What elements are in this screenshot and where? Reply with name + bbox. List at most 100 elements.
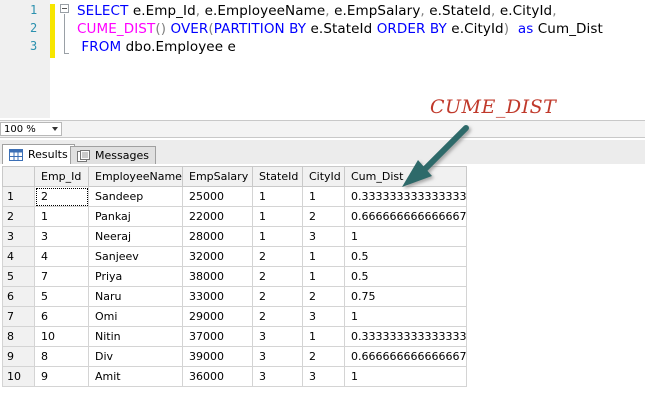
code-token: Cum_Dist: [533, 21, 603, 37]
code-line-1[interactable]: SELECT e.Emp_Id, e.EmployeeName, e.EmpSa…: [77, 3, 557, 19]
corner-cell[interactable]: [2, 166, 35, 187]
table-cell[interactable]: 3: [252, 366, 303, 387]
table-row[interactable]: 9 8 Div 39000 3 2 0.666666666666667: [2, 346, 468, 367]
table-cell[interactable]: 25000: [182, 186, 253, 207]
table-cell[interactable]: 0.666666666666667: [343, 346, 468, 367]
table-cell[interactable]: 0.666666666666667: [343, 206, 468, 227]
table-cell[interactable]: 29000: [182, 306, 253, 327]
table-cell[interactable]: 4: [34, 246, 89, 267]
zoom-bar: 100 %: [0, 120, 645, 138]
table-cell[interactable]: 2: [252, 266, 303, 287]
row-number[interactable]: 5: [2, 266, 35, 287]
table-cell[interactable]: 1: [252, 206, 303, 227]
table-cell[interactable]: 1: [343, 226, 468, 247]
table-cell[interactable]: Omi: [88, 306, 183, 327]
table-cell[interactable]: 2: [252, 286, 303, 307]
table-cell[interactable]: 33000: [182, 286, 253, 307]
table-cell[interactable]: 3: [302, 306, 345, 327]
header-row: Emp_Id EmployeeName EmpSalary StateId Ci…: [2, 166, 468, 187]
query-editor[interactable]: 1 2 3 SELECT e.Emp_Id, e.EmployeeName, e…: [0, 0, 645, 118]
table-cell[interactable]: 2: [302, 346, 345, 367]
table-row[interactable]: 10 9 Amit 36000 3 3 1: [2, 366, 468, 387]
table-cell[interactable]: 0.75: [343, 286, 468, 307]
table-cell[interactable]: 0.333333333333333: [343, 326, 468, 347]
table-cell[interactable]: 0.5: [343, 246, 468, 267]
row-number[interactable]: 9: [2, 346, 35, 367]
row-number[interactable]: 10: [2, 366, 35, 387]
table-cell[interactable]: 3: [252, 326, 303, 347]
code-line-3[interactable]: FROM dbo.Employee e: [77, 39, 236, 55]
table-cell[interactable]: Pankaj: [88, 206, 183, 227]
table-row[interactable]: 4 4 Sanjeev 32000 2 1 0.5: [2, 246, 468, 267]
table-row[interactable]: 3 3 Neeraj 28000 1 3 1: [2, 226, 468, 247]
table-cell[interactable]: Div: [88, 346, 183, 367]
table-cell[interactable]: Amit: [88, 366, 183, 387]
table-row[interactable]: 1 2 Sandeep 25000 1 1 0.333333333333333: [2, 186, 468, 207]
table-cell[interactable]: 1: [302, 266, 345, 287]
table-cell[interactable]: 1: [343, 306, 468, 327]
table-cell[interactable]: 9: [34, 366, 89, 387]
column-header[interactable]: Emp_Id: [34, 166, 89, 187]
table-row[interactable]: 5 7 Priya 38000 2 1 0.5: [2, 266, 468, 287]
table-cell[interactable]: 8: [34, 346, 89, 367]
row-number[interactable]: 2: [2, 206, 35, 227]
table-cell[interactable]: 3: [252, 346, 303, 367]
table-cell[interactable]: 3: [34, 226, 89, 247]
table-cell[interactable]: 5: [34, 286, 89, 307]
table-cell[interactable]: 3: [302, 366, 345, 387]
chevron-down-icon[interactable]: [52, 127, 58, 131]
table-cell[interactable]: 2: [252, 246, 303, 267]
table-row[interactable]: 2 1 Pankaj 22000 1 2 0.666666666666667: [2, 206, 468, 227]
table-cell[interactable]: Nitin: [88, 326, 183, 347]
row-number[interactable]: 8: [2, 326, 35, 347]
table-cell[interactable]: Neeraj: [88, 226, 183, 247]
row-number[interactable]: 4: [2, 246, 35, 267]
table-cell[interactable]: 32000: [182, 246, 253, 267]
code-line-2[interactable]: CUME_DIST() OVER(PARTITION BY e.StateId …: [77, 21, 603, 37]
table-cell[interactable]: 1: [302, 186, 345, 207]
table-cell[interactable]: 28000: [182, 226, 253, 247]
table-cell[interactable]: 0.333333333333333: [343, 186, 468, 207]
table-row[interactable]: 6 5 Naru 33000 2 2 0.75: [2, 286, 468, 307]
table-cell[interactable]: Priya: [88, 266, 183, 287]
table-cell[interactable]: 1: [302, 246, 345, 267]
row-number[interactable]: 6: [2, 286, 35, 307]
table-cell[interactable]: 6: [34, 306, 89, 327]
table-cell[interactable]: 2: [34, 186, 89, 207]
tab-messages[interactable]: Messages: [70, 146, 156, 164]
table-cell[interactable]: 1: [252, 186, 303, 207]
column-header[interactable]: EmployeeName: [88, 166, 183, 187]
row-number[interactable]: 1: [2, 186, 35, 207]
tab-results[interactable]: Results: [2, 144, 75, 164]
table-cell[interactable]: Sanjeev: [88, 246, 183, 267]
table-cell[interactable]: 2: [302, 286, 345, 307]
table-cell[interactable]: 7: [34, 266, 89, 287]
table-cell[interactable]: 22000: [182, 206, 253, 227]
table-cell[interactable]: 1: [343, 366, 468, 387]
table-cell[interactable]: 1: [34, 206, 89, 227]
column-header[interactable]: EmpSalary: [182, 166, 253, 187]
table-cell[interactable]: 0.5: [343, 266, 468, 287]
table-cell[interactable]: 36000: [182, 366, 253, 387]
table-cell[interactable]: 10: [34, 326, 89, 347]
collapse-toggle-icon[interactable]: [60, 4, 69, 13]
table-row[interactable]: 7 6 Omi 29000 2 3 1: [2, 306, 468, 327]
table-cell[interactable]: Naru: [88, 286, 183, 307]
column-header[interactable]: StateId: [252, 166, 303, 187]
table-row[interactable]: 8 10 Nitin 37000 3 1 0.333333333333333: [2, 326, 468, 347]
zoom-select[interactable]: 100 %: [0, 122, 62, 136]
column-header[interactable]: CityId: [302, 166, 345, 187]
table-cell[interactable]: 37000: [182, 326, 253, 347]
row-number[interactable]: 3: [2, 226, 35, 247]
table-cell[interactable]: 3: [302, 226, 345, 247]
table-cell[interactable]: 1: [302, 326, 345, 347]
column-header[interactable]: Cum_Dist: [343, 166, 468, 187]
table-cell[interactable]: 38000: [182, 266, 253, 287]
row-number[interactable]: 7: [2, 306, 35, 327]
table-cell[interactable]: 2: [252, 306, 303, 327]
table-cell[interactable]: Sandeep: [88, 186, 183, 207]
table-cell[interactable]: 1: [252, 226, 303, 247]
results-grid[interactable]: Emp_Id EmployeeName EmpSalary StateId Ci…: [0, 164, 645, 413]
table-cell[interactable]: 2: [302, 206, 345, 227]
table-cell[interactable]: 39000: [182, 346, 253, 367]
